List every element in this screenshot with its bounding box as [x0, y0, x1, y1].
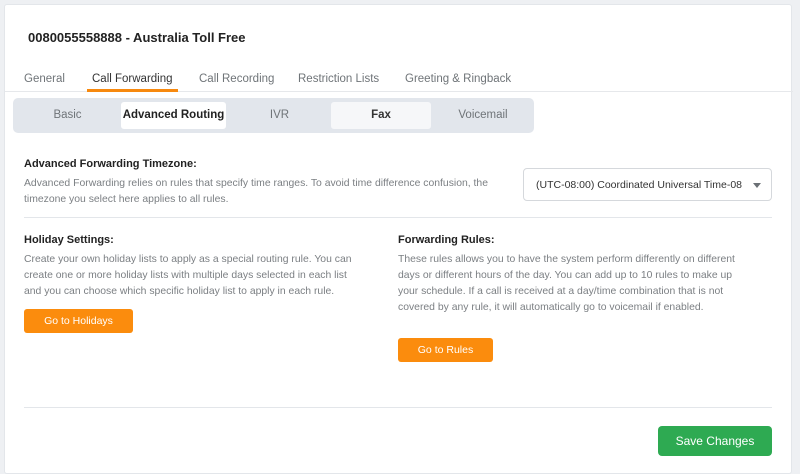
- subtab-voicemail[interactable]: Voicemail: [433, 102, 533, 129]
- subtab-basic[interactable]: Basic: [17, 102, 118, 129]
- save-changes-button[interactable]: Save Changes: [658, 426, 772, 456]
- settings-card: 0080055558888 - Australia Toll Free Gene…: [4, 4, 793, 474]
- tab-call-recording[interactable]: Call Recording: [199, 73, 274, 85]
- main-tabs: General Call Forwarding Call Recording R…: [5, 65, 793, 92]
- forwarding-rules-label: Forwarding Rules:: [398, 234, 495, 246]
- tab-general[interactable]: General: [24, 73, 65, 85]
- subtab-ivr[interactable]: IVR: [229, 102, 330, 129]
- chevron-down-icon: [753, 183, 761, 188]
- timezone-select-value: (UTC-08:00) Coordinated Universal Time-0…: [536, 179, 742, 191]
- section-divider: [24, 217, 772, 218]
- page-title: 0080055558888 - Australia Toll Free: [28, 30, 246, 45]
- forwarding-rules-description: These rules allows you to have the syste…: [398, 254, 735, 313]
- subtab-fax[interactable]: Fax: [331, 102, 431, 129]
- holiday-settings-label: Holiday Settings:: [24, 234, 114, 246]
- holiday-settings-description: Create your own holiday lists to apply a…: [24, 254, 352, 297]
- tab-greeting-ringback[interactable]: Greeting & Ringback: [405, 73, 511, 85]
- timezone-select[interactable]: (UTC-08:00) Coordinated Universal Time-0…: [523, 168, 772, 201]
- go-to-holidays-button[interactable]: Go to Holidays: [24, 309, 133, 333]
- tab-restriction-lists[interactable]: Restriction Lists: [298, 73, 379, 85]
- timezone-description: Advanced Forwarding relies on rules that…: [24, 178, 488, 205]
- go-to-rules-button[interactable]: Go to Rules: [398, 338, 493, 362]
- subtab-advanced-routing[interactable]: Advanced Routing: [121, 102, 226, 129]
- timezone-label: Advanced Forwarding Timezone:: [24, 158, 197, 170]
- footer-divider: [24, 407, 772, 408]
- sub-tabs: Basic Advanced Routing IVR Fax Voicemail: [13, 98, 534, 133]
- active-tab-indicator: [87, 89, 178, 92]
- tab-call-forwarding[interactable]: Call Forwarding: [92, 73, 173, 85]
